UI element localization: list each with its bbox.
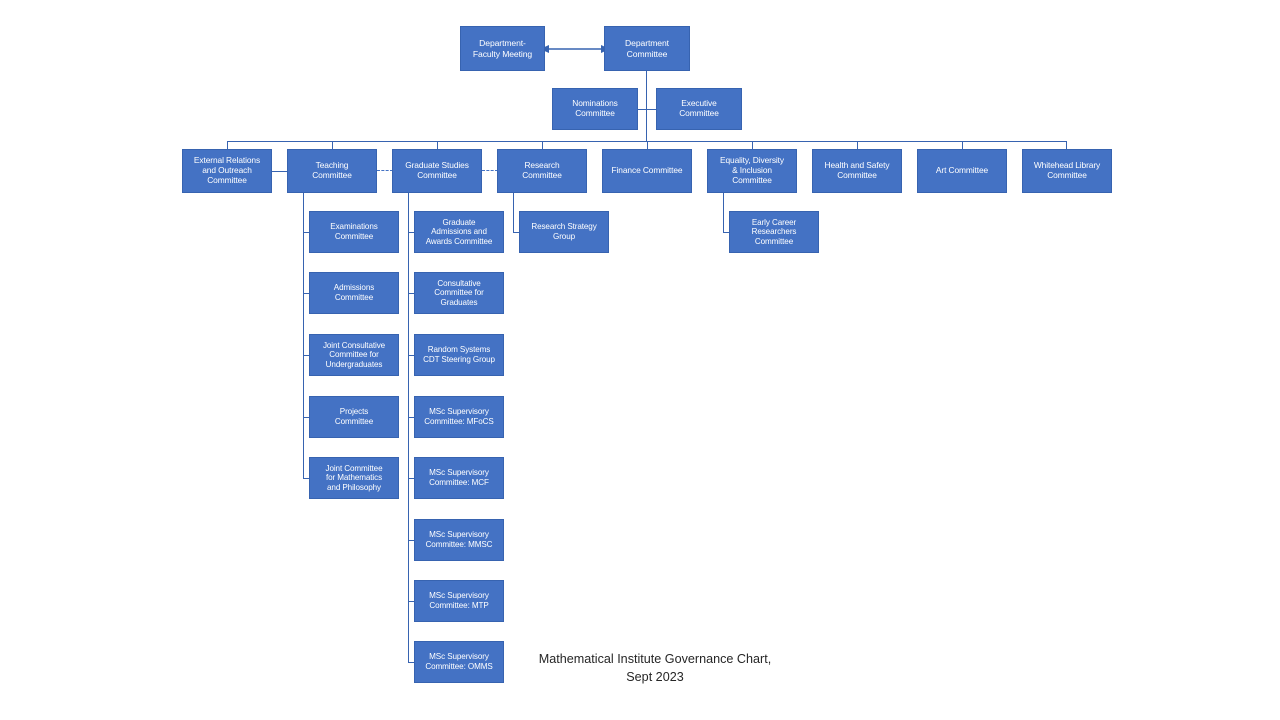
node-executive-committee[interactable]: Executive Committee xyxy=(656,88,742,130)
node-research-committee[interactable]: Research Committee xyxy=(497,149,587,193)
node-msc-supervisory-committee-omms[interactable]: MSc Supervisory Committee: OMMS xyxy=(414,641,504,683)
node-graduate-admissions-and-awards-committee[interactable]: Graduate Admissions and Awards Committee xyxy=(414,211,504,253)
node-label: Department Committee xyxy=(625,38,669,59)
node-label: MSc Supervisory Committee: MMSC xyxy=(425,530,493,549)
node-label: MSc Supervisory Committee: OMMS xyxy=(425,652,493,671)
node-label: Department- Faculty Meeting xyxy=(472,38,533,59)
node-label: MSc Supervisory Committee: MCF xyxy=(429,468,489,487)
node-nominations-committee[interactable]: Nominations Committee xyxy=(552,88,638,130)
node-art-committee[interactable]: Art Committee xyxy=(917,149,1007,193)
node-admissions-committee[interactable]: Admissions Committee xyxy=(309,272,399,314)
node-msc-supervisory-committee-mtp[interactable]: MSc Supervisory Committee: MTP xyxy=(414,580,504,622)
node-teaching-committee[interactable]: Teaching Committee xyxy=(287,149,377,193)
node-label: Early Career Researchers Committee xyxy=(751,217,797,246)
node-label: Examinations Committee xyxy=(330,222,378,241)
node-joint-consultative-committee-for-undergraduates[interactable]: Joint Consultative Committee for Undergr… xyxy=(309,334,399,376)
node-finance-committee[interactable]: Finance Committee xyxy=(602,149,692,193)
node-label: Health and Safety Committee xyxy=(824,160,890,180)
connector-graduate-spine xyxy=(408,193,409,663)
node-label: Graduate Studies Committee xyxy=(405,160,469,180)
node-department-committee[interactable]: Department Committee xyxy=(604,26,690,71)
node-examinations-committee[interactable]: Examinations Committee xyxy=(309,211,399,253)
node-label: Art Committee xyxy=(935,165,989,176)
node-label: MSc Supervisory Committee: MTP xyxy=(429,591,489,610)
node-label: Executive Committee xyxy=(679,98,719,118)
node-research-strategy-group[interactable]: Research Strategy Group xyxy=(519,211,609,253)
node-early-career-researchers-committee[interactable]: Early Career Researchers Committee xyxy=(729,211,819,253)
connector-dashed-teaching-graduate xyxy=(377,170,393,171)
node-graduate-studies-committee[interactable]: Graduate Studies Committee xyxy=(392,149,482,193)
node-label: Finance Committee xyxy=(611,165,683,176)
node-random-systems-cdt-steering-group[interactable]: Random Systems CDT Steering Group xyxy=(414,334,504,376)
node-label: Admissions Committee xyxy=(333,283,375,302)
connector-dept-committee-stem xyxy=(646,71,647,141)
node-msc-supervisory-committee-mfocs[interactable]: MSc Supervisory Committee: MFoCS xyxy=(414,396,504,438)
node-label: Random Systems CDT Steering Group xyxy=(423,345,495,364)
node-label: Equality, Diversity & Inclusion Committe… xyxy=(719,155,785,185)
node-label: Joint Committee for Mathematics and Phil… xyxy=(325,463,383,492)
connector-teaching-spine xyxy=(303,193,304,479)
connector-research-spine xyxy=(513,193,514,233)
governance-chart-canvas: Department- Faculty Meeting Department Co… xyxy=(0,0,1280,720)
node-external-relations-and-outreach-committee[interactable]: External Relations and Outreach Committe… xyxy=(182,149,272,193)
chart-title: Mathematical Institute Governance Chart,… xyxy=(538,652,772,685)
bidirectional-arrow-dept-faculty-dept-committee xyxy=(540,45,610,53)
node-label: Whitehead Library Committee xyxy=(1033,160,1101,180)
node-label: Joint Consultative Committee for Undergr… xyxy=(322,340,386,369)
node-joint-committee-for-mathematics-and-philosophy[interactable]: Joint Committee for Mathematics and Phil… xyxy=(309,457,399,499)
node-whitehead-library-committee[interactable]: Whitehead Library Committee xyxy=(1022,149,1112,193)
node-label: Graduate Admissions and Awards Committee xyxy=(425,217,493,246)
node-label: Consultative Committee for Graduates xyxy=(434,278,484,307)
node-label: External Relations and Outreach Committe… xyxy=(193,155,261,185)
node-label: Research Committee xyxy=(522,160,562,180)
node-msc-supervisory-committee-mmsc[interactable]: MSc Supervisory Committee: MMSC xyxy=(414,519,504,561)
node-department-faculty-meeting[interactable]: Department- Faculty Meeting xyxy=(460,26,545,71)
connector-dashed-graduate-research xyxy=(482,170,498,171)
node-label: MSc Supervisory Committee: MFoCS xyxy=(424,407,494,426)
connector-equality-spine xyxy=(723,193,724,233)
node-label: Teaching Committee xyxy=(312,160,352,180)
node-consultative-committee-for-graduates[interactable]: Consultative Committee for Graduates xyxy=(414,272,504,314)
node-equality-diversity-inclusion-committee[interactable]: Equality, Diversity & Inclusion Committe… xyxy=(707,149,797,193)
node-projects-committee[interactable]: Projects Committee xyxy=(309,396,399,438)
node-label: Research Strategy Group xyxy=(531,222,597,241)
node-msc-supervisory-committee-mcf[interactable]: MSc Supervisory Committee: MCF xyxy=(414,457,504,499)
node-label: Projects Committee xyxy=(334,407,374,426)
connector-external-relations-to-teaching xyxy=(272,171,288,172)
node-label: Nominations Committee xyxy=(572,98,618,118)
node-health-and-safety-committee[interactable]: Health and Safety Committee xyxy=(812,149,902,193)
